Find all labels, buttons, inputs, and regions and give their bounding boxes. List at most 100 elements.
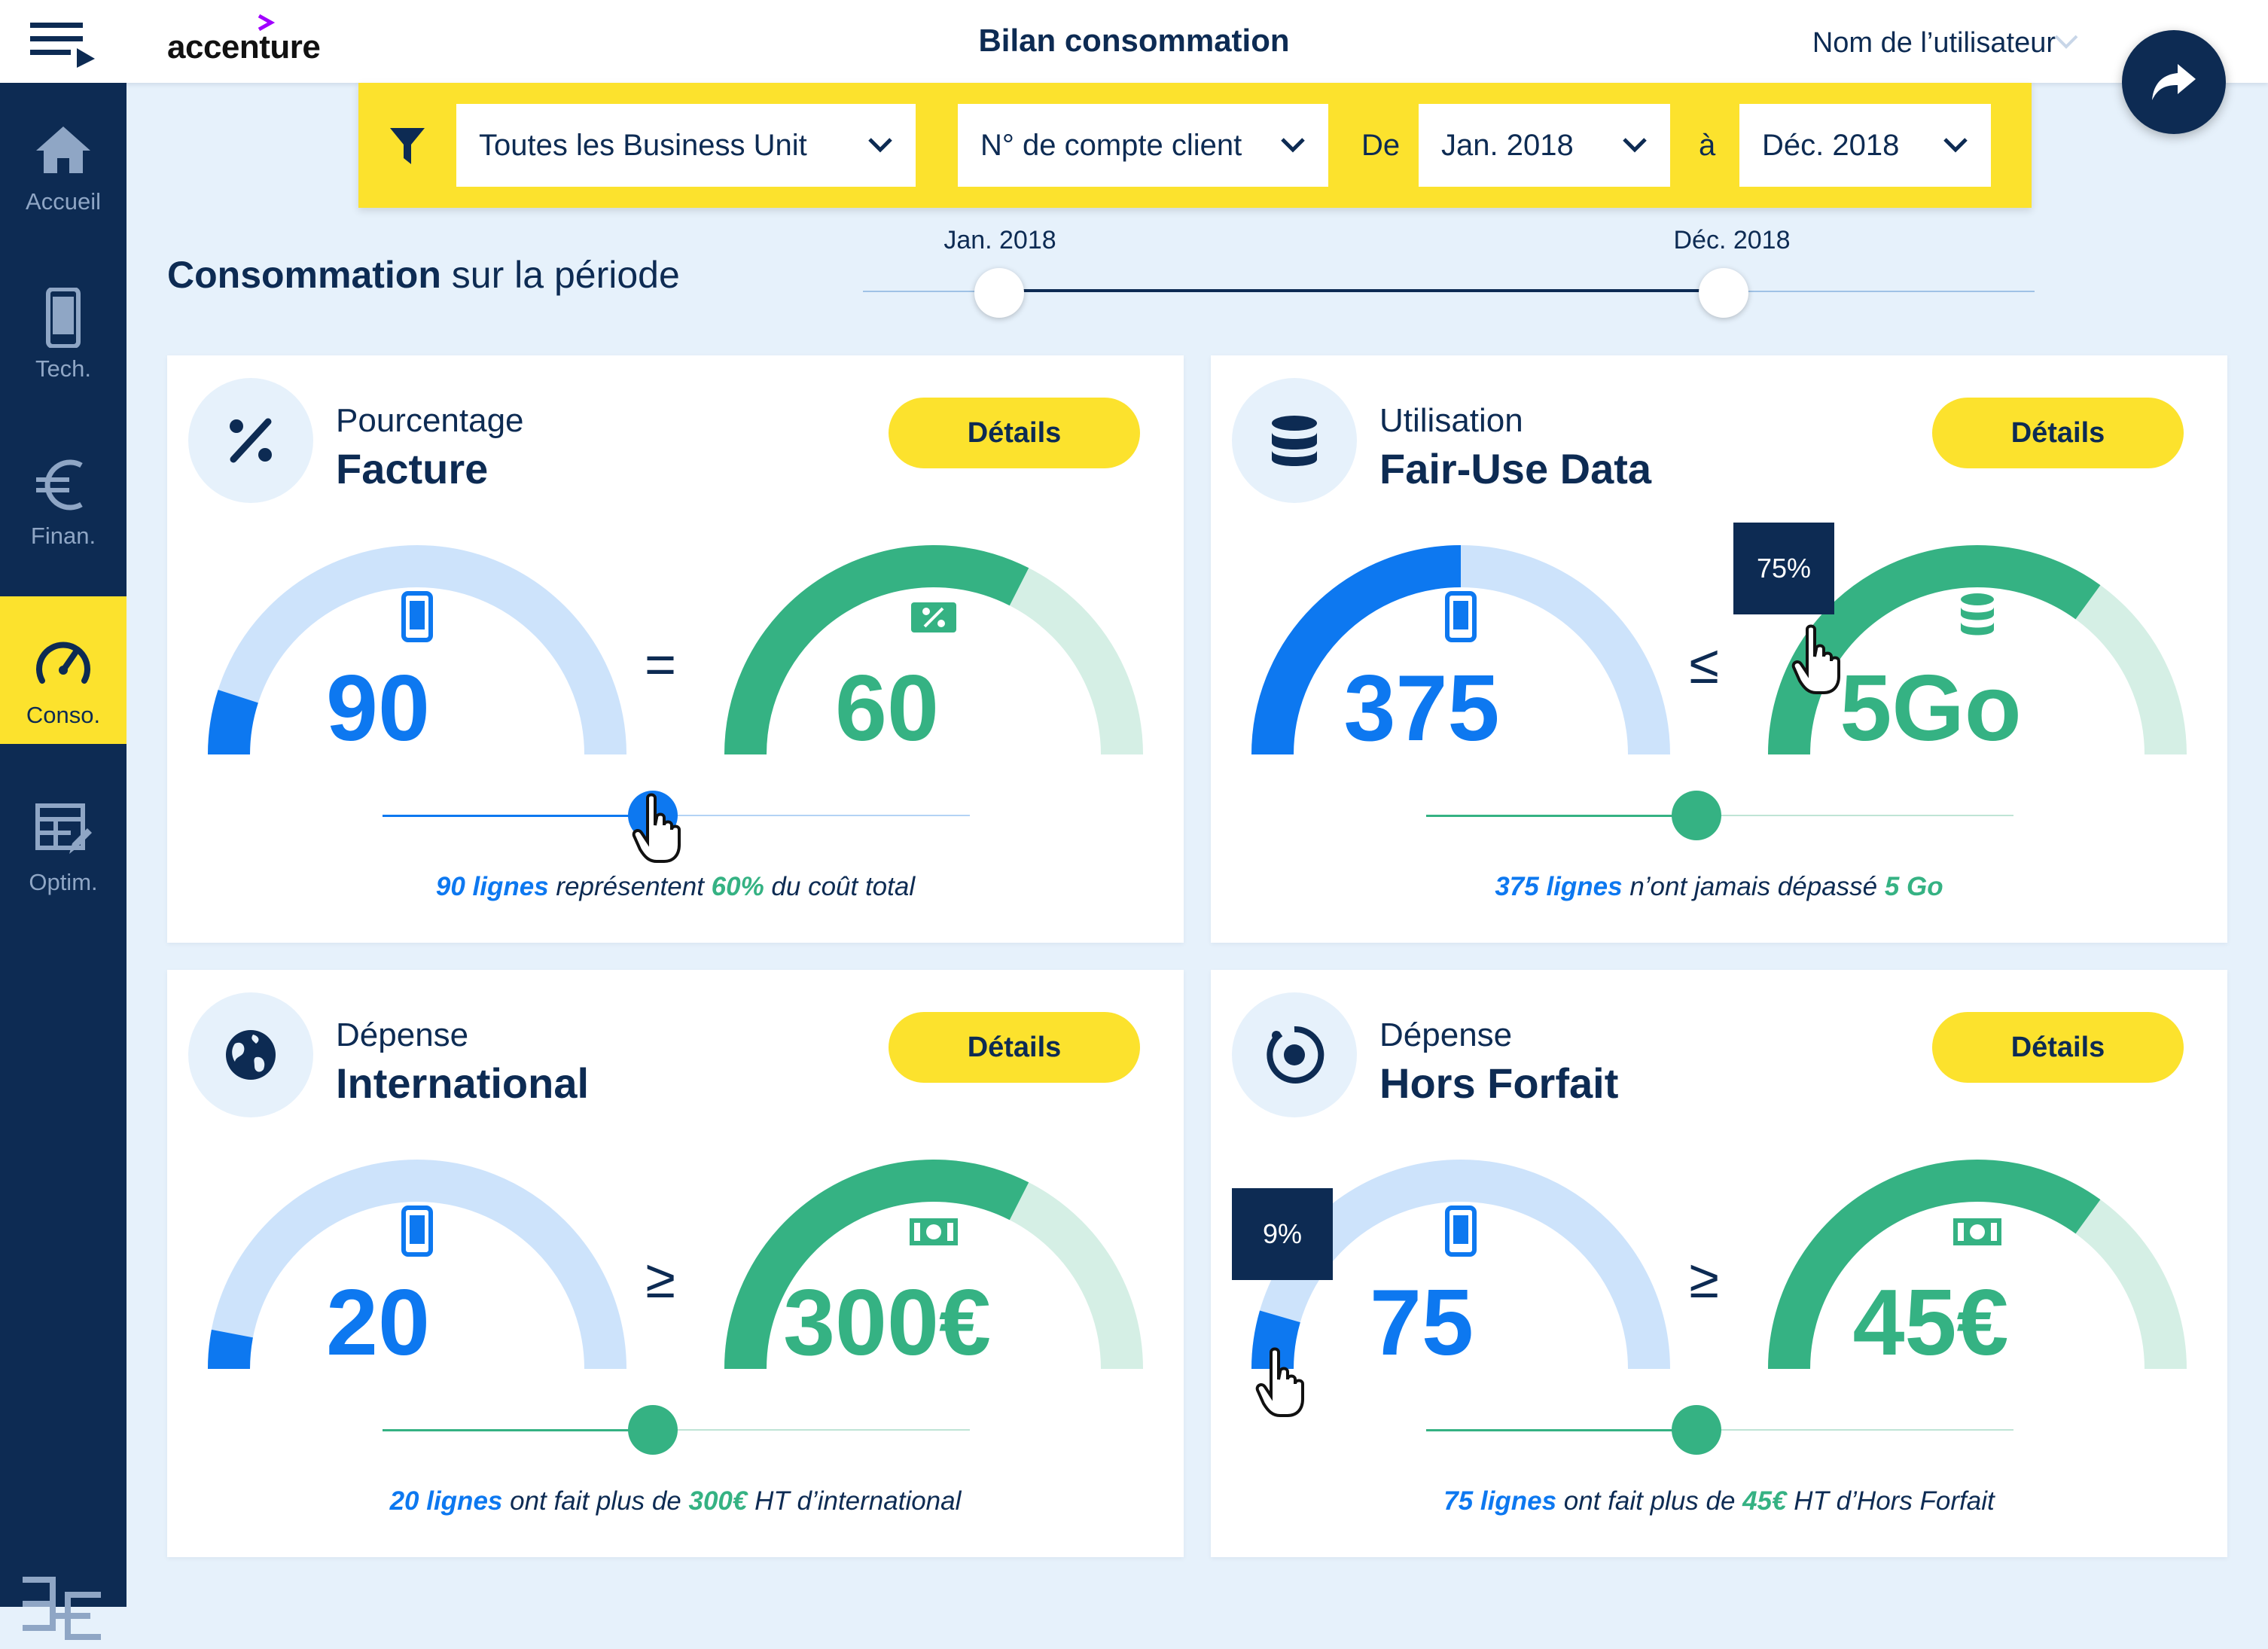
threshold-slider[interactable] [383, 1405, 970, 1455]
card-title: Fair-Use Data [1379, 445, 1652, 492]
caption-value-lines: 75 lignes [1443, 1486, 1557, 1516]
menu-icon[interactable] [27, 20, 99, 68]
filter-bar: Toutes les Business Unit N° de compte cl… [358, 83, 2032, 208]
nav-label: Accueil [26, 188, 101, 215]
caption-value-lines: 20 lignes [389, 1486, 503, 1516]
slider-thumb[interactable] [1671, 1405, 1721, 1455]
nav-item-conso[interactable]: Conso. [0, 596, 127, 744]
caption-text: du coût total [764, 872, 916, 901]
percent-ticket-icon [911, 602, 956, 632]
to-label: à [1699, 129, 1716, 162]
details-button[interactable]: Détails [1932, 398, 2184, 468]
chevron-down-icon [1943, 138, 1968, 153]
chevron-down-icon [868, 138, 892, 153]
nav-label: Tech. [35, 355, 92, 382]
slider-thumb[interactable] [1671, 791, 1721, 840]
card-caption: 375 lignes n’ont jamais dépassé 5 Go [1211, 872, 2227, 902]
card-title: International [336, 1059, 590, 1107]
period-range-fill [998, 289, 1723, 292]
account-select[interactable]: N° de compte client [958, 104, 1328, 187]
details-button[interactable]: Détails [889, 398, 1140, 468]
from-date-select[interactable]: Jan. 2018 [1419, 104, 1670, 187]
euro-icon [36, 459, 83, 511]
lines-value: 20 [326, 1271, 430, 1375]
footer-logo-icon [23, 1577, 101, 1640]
chevron-down-icon [1623, 138, 1647, 153]
target-icon [1267, 1026, 1325, 1084]
nav-label: Conso. [26, 702, 101, 728]
database-icon [1272, 416, 1317, 466]
business-unit-select[interactable]: Toutes les Business Unit [456, 104, 916, 187]
brand-logo: accenture [167, 29, 321, 66]
nav-item-tech[interactable]: Tech. [0, 250, 127, 398]
nav-label: Optim. [29, 869, 98, 895]
card-icon [1232, 378, 1357, 503]
top-bar: accenture Bilan consommation Nom de l’ut… [0, 0, 2268, 83]
slider-thumb[interactable] [627, 1405, 678, 1455]
share-button[interactable] [2122, 30, 2226, 134]
card-icon [1232, 992, 1357, 1117]
phone-icon [46, 288, 81, 348]
lines-value: 375 [1343, 657, 1500, 760]
phone-icon [1445, 591, 1477, 642]
card-subtitle: Pourcentage [336, 402, 524, 439]
hand-cursor-icon [1255, 1347, 1304, 1417]
phone-icon [401, 1206, 433, 1257]
card-hors-forfait: Dépense Hors Forfait Détails 75 ≥ 45€ 9%… [1211, 970, 2227, 1557]
caption-value-threshold: 45€ [1742, 1486, 1787, 1516]
hand-cursor-icon [632, 793, 681, 863]
nav-item-finance[interactable]: Finan. [0, 417, 127, 565]
nav-item-accueil[interactable]: Accueil [0, 83, 127, 230]
card-subtitle: Utilisation [1379, 402, 1523, 439]
card-subtitle: Dépense [1379, 1017, 1513, 1053]
card-icon [188, 992, 313, 1117]
details-button[interactable]: Détails [1932, 1012, 2184, 1083]
table-edit-icon [35, 803, 92, 854]
card-caption: 90 lignes représentent 60% du coût total [167, 872, 1184, 902]
account-value: N° de compte client [980, 129, 1242, 162]
threshold-slider[interactable] [1426, 1405, 2013, 1455]
range-end-thumb[interactable] [1699, 268, 1748, 318]
caption-text: HT d’international [747, 1486, 962, 1516]
gauge-icon [36, 642, 90, 684]
gauges: 75 ≥ 45€ [1211, 1143, 2227, 1391]
user-menu[interactable]: Nom de l’utilisateur [1702, 27, 2056, 59]
gauges: 375 ≤ 5Go [1211, 529, 2227, 777]
threshold-slider[interactable] [1426, 791, 2013, 840]
details-button[interactable]: Détails [889, 1012, 1140, 1083]
globe-icon [226, 1030, 276, 1080]
phone-icon [1445, 1206, 1477, 1257]
card-caption: 20 lignes ont fait plus de 300€ HT d’int… [167, 1486, 1184, 1516]
slider-fill [383, 815, 653, 817]
banknote-icon [1953, 1218, 2001, 1245]
chevron-down-icon[interactable] [2053, 33, 2080, 51]
business-unit-value: Toutes les Business Unit [479, 129, 807, 162]
database-icon [1961, 593, 1994, 636]
card-international: Dépense International Détails 20 ≥ 300€ … [167, 970, 1184, 1557]
caption-value-threshold: 5 Go [1884, 872, 1943, 901]
to-date-select[interactable]: Déc. 2018 [1739, 104, 1991, 187]
card-subtitle: Dépense [336, 1017, 469, 1053]
caption-text: représentent [548, 872, 712, 901]
caption-text: ont fait plus de [502, 1486, 689, 1516]
range-end-label: Déc. 2018 [1673, 226, 1791, 255]
home-icon [36, 126, 90, 173]
side-nav: Accueil Tech. Finan. Conso. Optim. [0, 83, 127, 1640]
percentage-tooltip: 75% [1733, 523, 1834, 614]
phone-icon [401, 591, 433, 642]
lines-value: 90 [326, 657, 430, 760]
percent-icon [230, 418, 272, 463]
range-start-thumb[interactable] [974, 268, 1024, 318]
slider-fill [383, 1429, 653, 1431]
accenture-mark-icon [258, 14, 276, 32]
gauges: 90 = 60 [167, 529, 1184, 777]
caption-value-threshold: 300€ [688, 1486, 748, 1516]
card-facture: Pourcentage Facture Détails 90 = 60 90 l… [167, 355, 1184, 943]
caption-text: HT d’Hors Forfait [1786, 1486, 1995, 1516]
to-date-value: Déc. 2018 [1762, 129, 1900, 162]
card-caption: 75 lignes ont fait plus de 45€ HT d’Hors… [1211, 1486, 2227, 1516]
nav-item-optim[interactable]: Optim. [0, 764, 127, 911]
caption-text: ont fait plus de [1556, 1486, 1743, 1516]
slider-fill [1426, 815, 1696, 817]
card-fair-use-data: Utilisation Fair-Use Data Détails 375 ≤ … [1211, 355, 2227, 943]
